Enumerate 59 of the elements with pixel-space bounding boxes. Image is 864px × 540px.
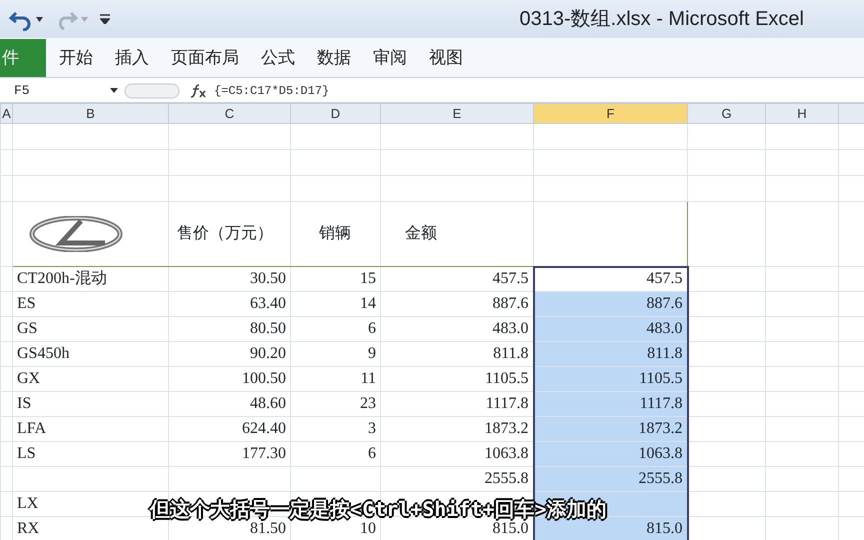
column-header[interactable]: E bbox=[380, 104, 534, 124]
table-cell: 177.30 bbox=[168, 442, 290, 466]
table-cell: 80.50 bbox=[168, 316, 290, 342]
table-cell: 811.8 bbox=[534, 342, 688, 366]
column-header[interactable]: C bbox=[168, 104, 290, 124]
function-icon[interactable] bbox=[190, 84, 206, 98]
column-header[interactable]: H bbox=[766, 104, 838, 124]
table-cell: 3 bbox=[290, 416, 380, 442]
column-header[interactable]: A bbox=[0, 104, 12, 124]
table-cell: IS bbox=[12, 392, 168, 416]
table-cell: 1117.8 bbox=[534, 392, 688, 416]
file-tab[interactable]: 件 bbox=[0, 38, 46, 76]
customize-toolbar-icon[interactable] bbox=[100, 14, 110, 24]
table-cell: LFA bbox=[12, 416, 168, 442]
table-cell: GS bbox=[12, 316, 168, 342]
formula-text[interactable]: {=C5:C17*D5:D17} bbox=[214, 82, 330, 100]
table-cell: 48.60 bbox=[168, 392, 290, 416]
table-cell: GS450h bbox=[12, 342, 168, 366]
column-heading: 金额 bbox=[380, 202, 534, 266]
table-cell: 483.0 bbox=[534, 316, 688, 342]
table-cell: 6 bbox=[290, 316, 380, 342]
formula-bar-handle-icon[interactable] bbox=[124, 82, 180, 98]
table-cell: 14 bbox=[290, 292, 380, 316]
name-box[interactable]: F5 bbox=[0, 80, 110, 100]
ribbon-tab[interactable]: 开始 bbox=[50, 44, 102, 70]
table-cell: ES bbox=[12, 292, 168, 316]
ribbon-tab[interactable]: 数据 bbox=[308, 44, 360, 70]
column-header[interactable]: D bbox=[290, 104, 380, 124]
column-heading: 销辆 bbox=[290, 202, 380, 266]
table-cell: 15 bbox=[290, 266, 380, 292]
table-cell: 6 bbox=[290, 442, 380, 466]
table-cell: 887.6 bbox=[534, 292, 688, 316]
table-cell: 1105.5 bbox=[534, 366, 688, 392]
ribbon-tab[interactable]: 页面布局 bbox=[162, 44, 248, 70]
column-header[interactable]: G bbox=[688, 104, 766, 124]
table-cell: 1063.8 bbox=[534, 442, 688, 466]
table-cell: 30.50 bbox=[168, 266, 290, 292]
ribbon-tab[interactable]: 公式 bbox=[252, 44, 304, 70]
table-cell: 624.40 bbox=[168, 416, 290, 442]
column-heading: 售价（万元） bbox=[168, 202, 290, 266]
ribbon-tab[interactable]: 视图 bbox=[420, 44, 472, 70]
table-cell: 63.40 bbox=[168, 292, 290, 316]
column-header[interactable]: F bbox=[534, 104, 688, 124]
table-cell: CT200h-混动 bbox=[12, 266, 168, 292]
column-header[interactable]: B bbox=[12, 104, 168, 124]
table-cell: 2555.8 bbox=[534, 466, 688, 492]
table-cell: 23 bbox=[290, 392, 380, 416]
table-cell: 90.20 bbox=[168, 342, 290, 366]
table-cell: 100.50 bbox=[168, 366, 290, 392]
ribbon-tab[interactable]: 审阅 bbox=[364, 44, 416, 70]
dropdown-caret-icon[interactable] bbox=[110, 88, 118, 93]
window-title: 0313-数组.xlsx - Microsoft Excel bbox=[519, 7, 804, 32]
table-cell: GX bbox=[12, 366, 168, 392]
table-cell: 1873.2 bbox=[534, 416, 688, 442]
table-cell: 11 bbox=[290, 366, 380, 392]
table-cell: LS bbox=[12, 442, 168, 466]
dropdown-caret-icon[interactable] bbox=[36, 16, 43, 22]
table-cell: 9 bbox=[290, 342, 380, 366]
ribbon-tab[interactable]: 插入 bbox=[106, 44, 158, 70]
